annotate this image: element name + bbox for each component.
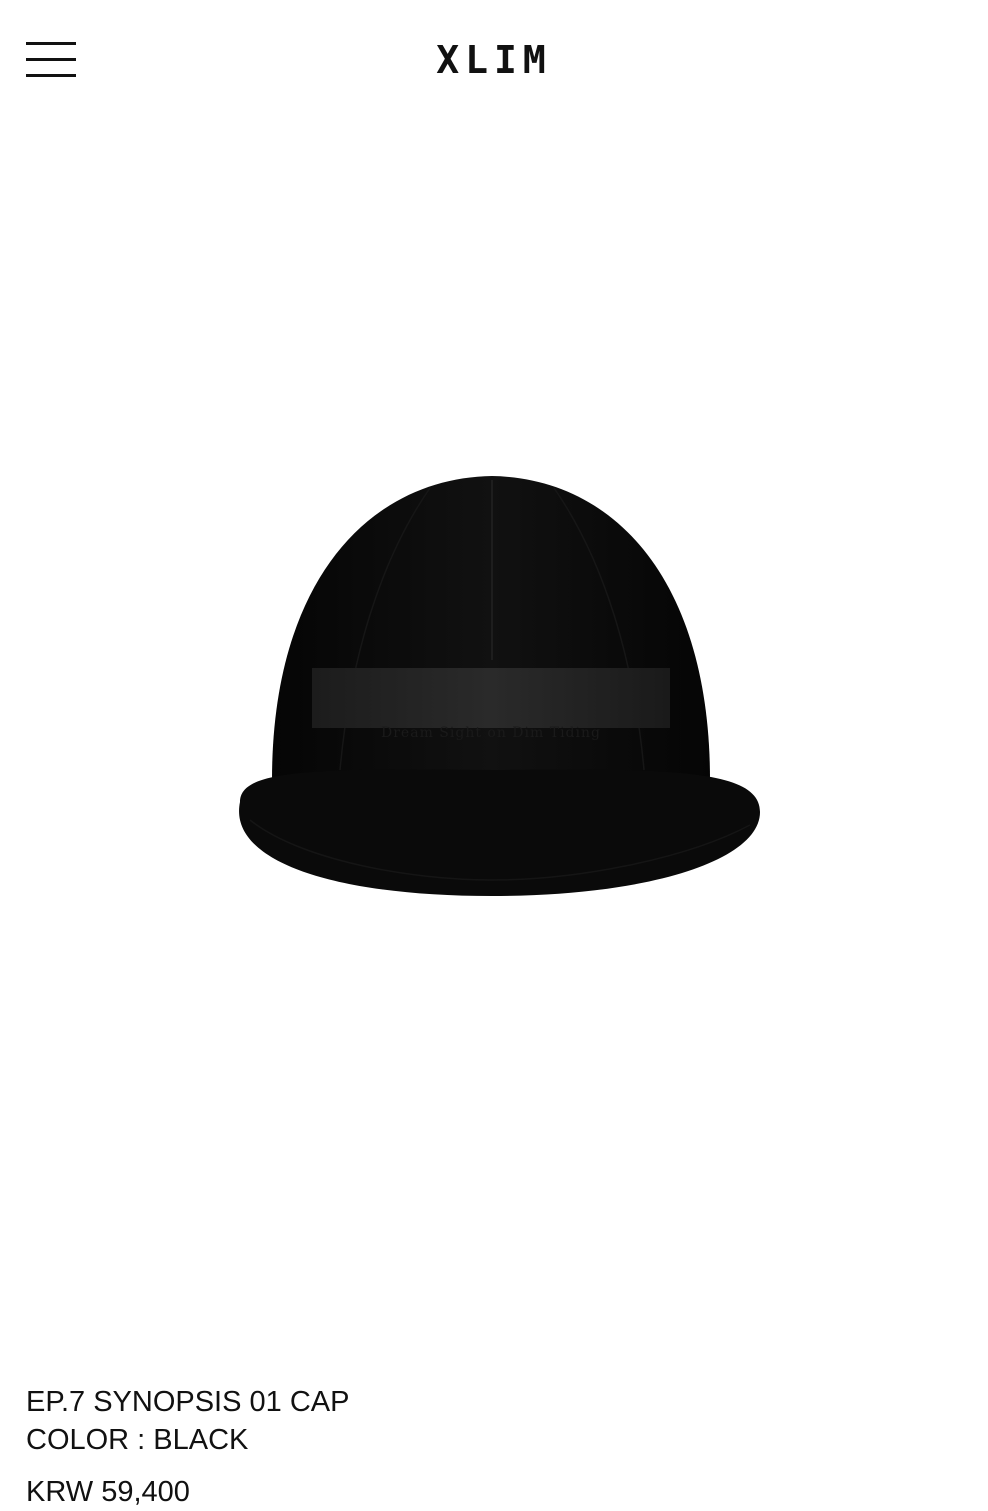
svg-text:Dream Sight on Dim Tiding: Dream Sight on Dim Tiding	[381, 725, 601, 741]
site-header: XLIM	[0, 0, 988, 120]
product-info: EP.7 SYNOPSIS 01 CAP COLOR : BLACK KRW 5…	[26, 1383, 926, 1511]
product-name[interactable]: EP.7 SYNOPSIS 01 CAP	[26, 1383, 926, 1421]
black-cap-image: Dream Sight on Dim Tiding	[239, 476, 760, 896]
product-price: KRW 59,400	[26, 1476, 190, 1508]
site-logo[interactable]: XLIM	[0, 36, 988, 84]
product-image[interactable]: Dream Sight on Dim Tiding	[180, 440, 800, 940]
product-color: COLOR : BLACK	[26, 1424, 249, 1456]
